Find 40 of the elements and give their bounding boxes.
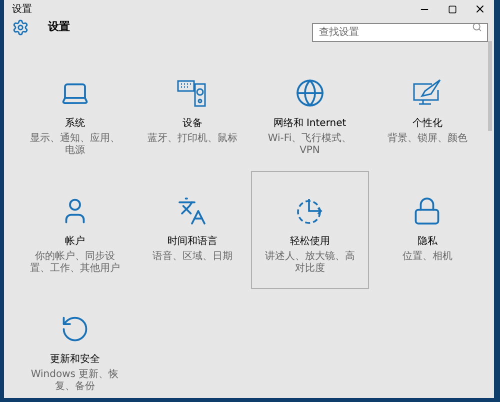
settings-tile[interactable]: 帐户 你的帐户、同步设置、工作、其他用户 <box>16 171 134 289</box>
tile-description: 讲述人、放大镜、高对比度 <box>264 251 356 275</box>
tile-description: 你的帐户、同步设置、工作、其他用户 <box>28 251 121 275</box>
tile-title: 网络和 Internet <box>273 116 346 131</box>
tile-title: 轻松使用 <box>290 234 330 249</box>
tile-title: 时间和语言 <box>167 234 218 249</box>
settings-tile[interactable]: 更新和安全 Windows 更新、恢复、备份 <box>16 289 134 402</box>
settings-icon <box>12 19 29 36</box>
tile-title: 个性化 <box>412 116 442 131</box>
settings-tile[interactable]: 轻松使用 讲述人、放大镜、高对比度 <box>251 171 368 289</box>
settings-tile[interactable]: 时间和语言 语音、区域、日期 <box>134 171 251 289</box>
search-icon <box>472 22 482 32</box>
keyboard-speaker-icon <box>177 78 208 108</box>
language-icon <box>177 196 208 226</box>
tile-description: 语音、区域、日期 <box>151 251 234 263</box>
tile-title: 设备 <box>182 117 202 131</box>
tile-title: 更新和安全 <box>50 352 100 367</box>
maximize-icon <box>448 4 456 14</box>
settings-tile[interactable]: 网络和 Internet Wi-Fi、飞行模式、VPN <box>251 53 368 171</box>
tile-description: 背景、锁屏、颜色 <box>386 133 468 145</box>
tile-title: 帐户 <box>64 234 85 249</box>
scrollbar[interactable] <box>488 41 492 131</box>
tile-description: Wi-Fi、飞行模式、VPN <box>266 133 353 157</box>
window-title: 设置 <box>12 2 32 16</box>
settings-tile[interactable]: 系统 显示、通知、应用、电源 <box>16 53 134 171</box>
settings-tile[interactable]: 个性化 背景、锁屏、颜色 <box>368 53 486 171</box>
tile-description: Windows 更新、恢复、备份 <box>30 369 120 393</box>
page-title: 设置 <box>48 19 70 36</box>
search-field[interactable]: 查找设置 <box>312 23 488 42</box>
settings-tile[interactable]: 设备 蓝牙、打印机、鼠标 <box>134 53 251 171</box>
close-icon <box>474 3 486 15</box>
tile-description: 显示、通知、应用、电源 <box>28 133 121 157</box>
settings-tile[interactable]: 隐私 位置、相机 <box>368 171 486 289</box>
tile-description: 位置、相机 <box>401 251 454 263</box>
globe-icon <box>294 78 325 108</box>
tile-description: 蓝牙、打印机、鼠标 <box>146 133 238 145</box>
tile-title: 系统 <box>64 116 85 131</box>
tile-title: 隐私 <box>417 235 438 249</box>
monitor-brush-icon <box>412 78 442 108</box>
dashed-circle-arrow-icon <box>294 196 325 226</box>
